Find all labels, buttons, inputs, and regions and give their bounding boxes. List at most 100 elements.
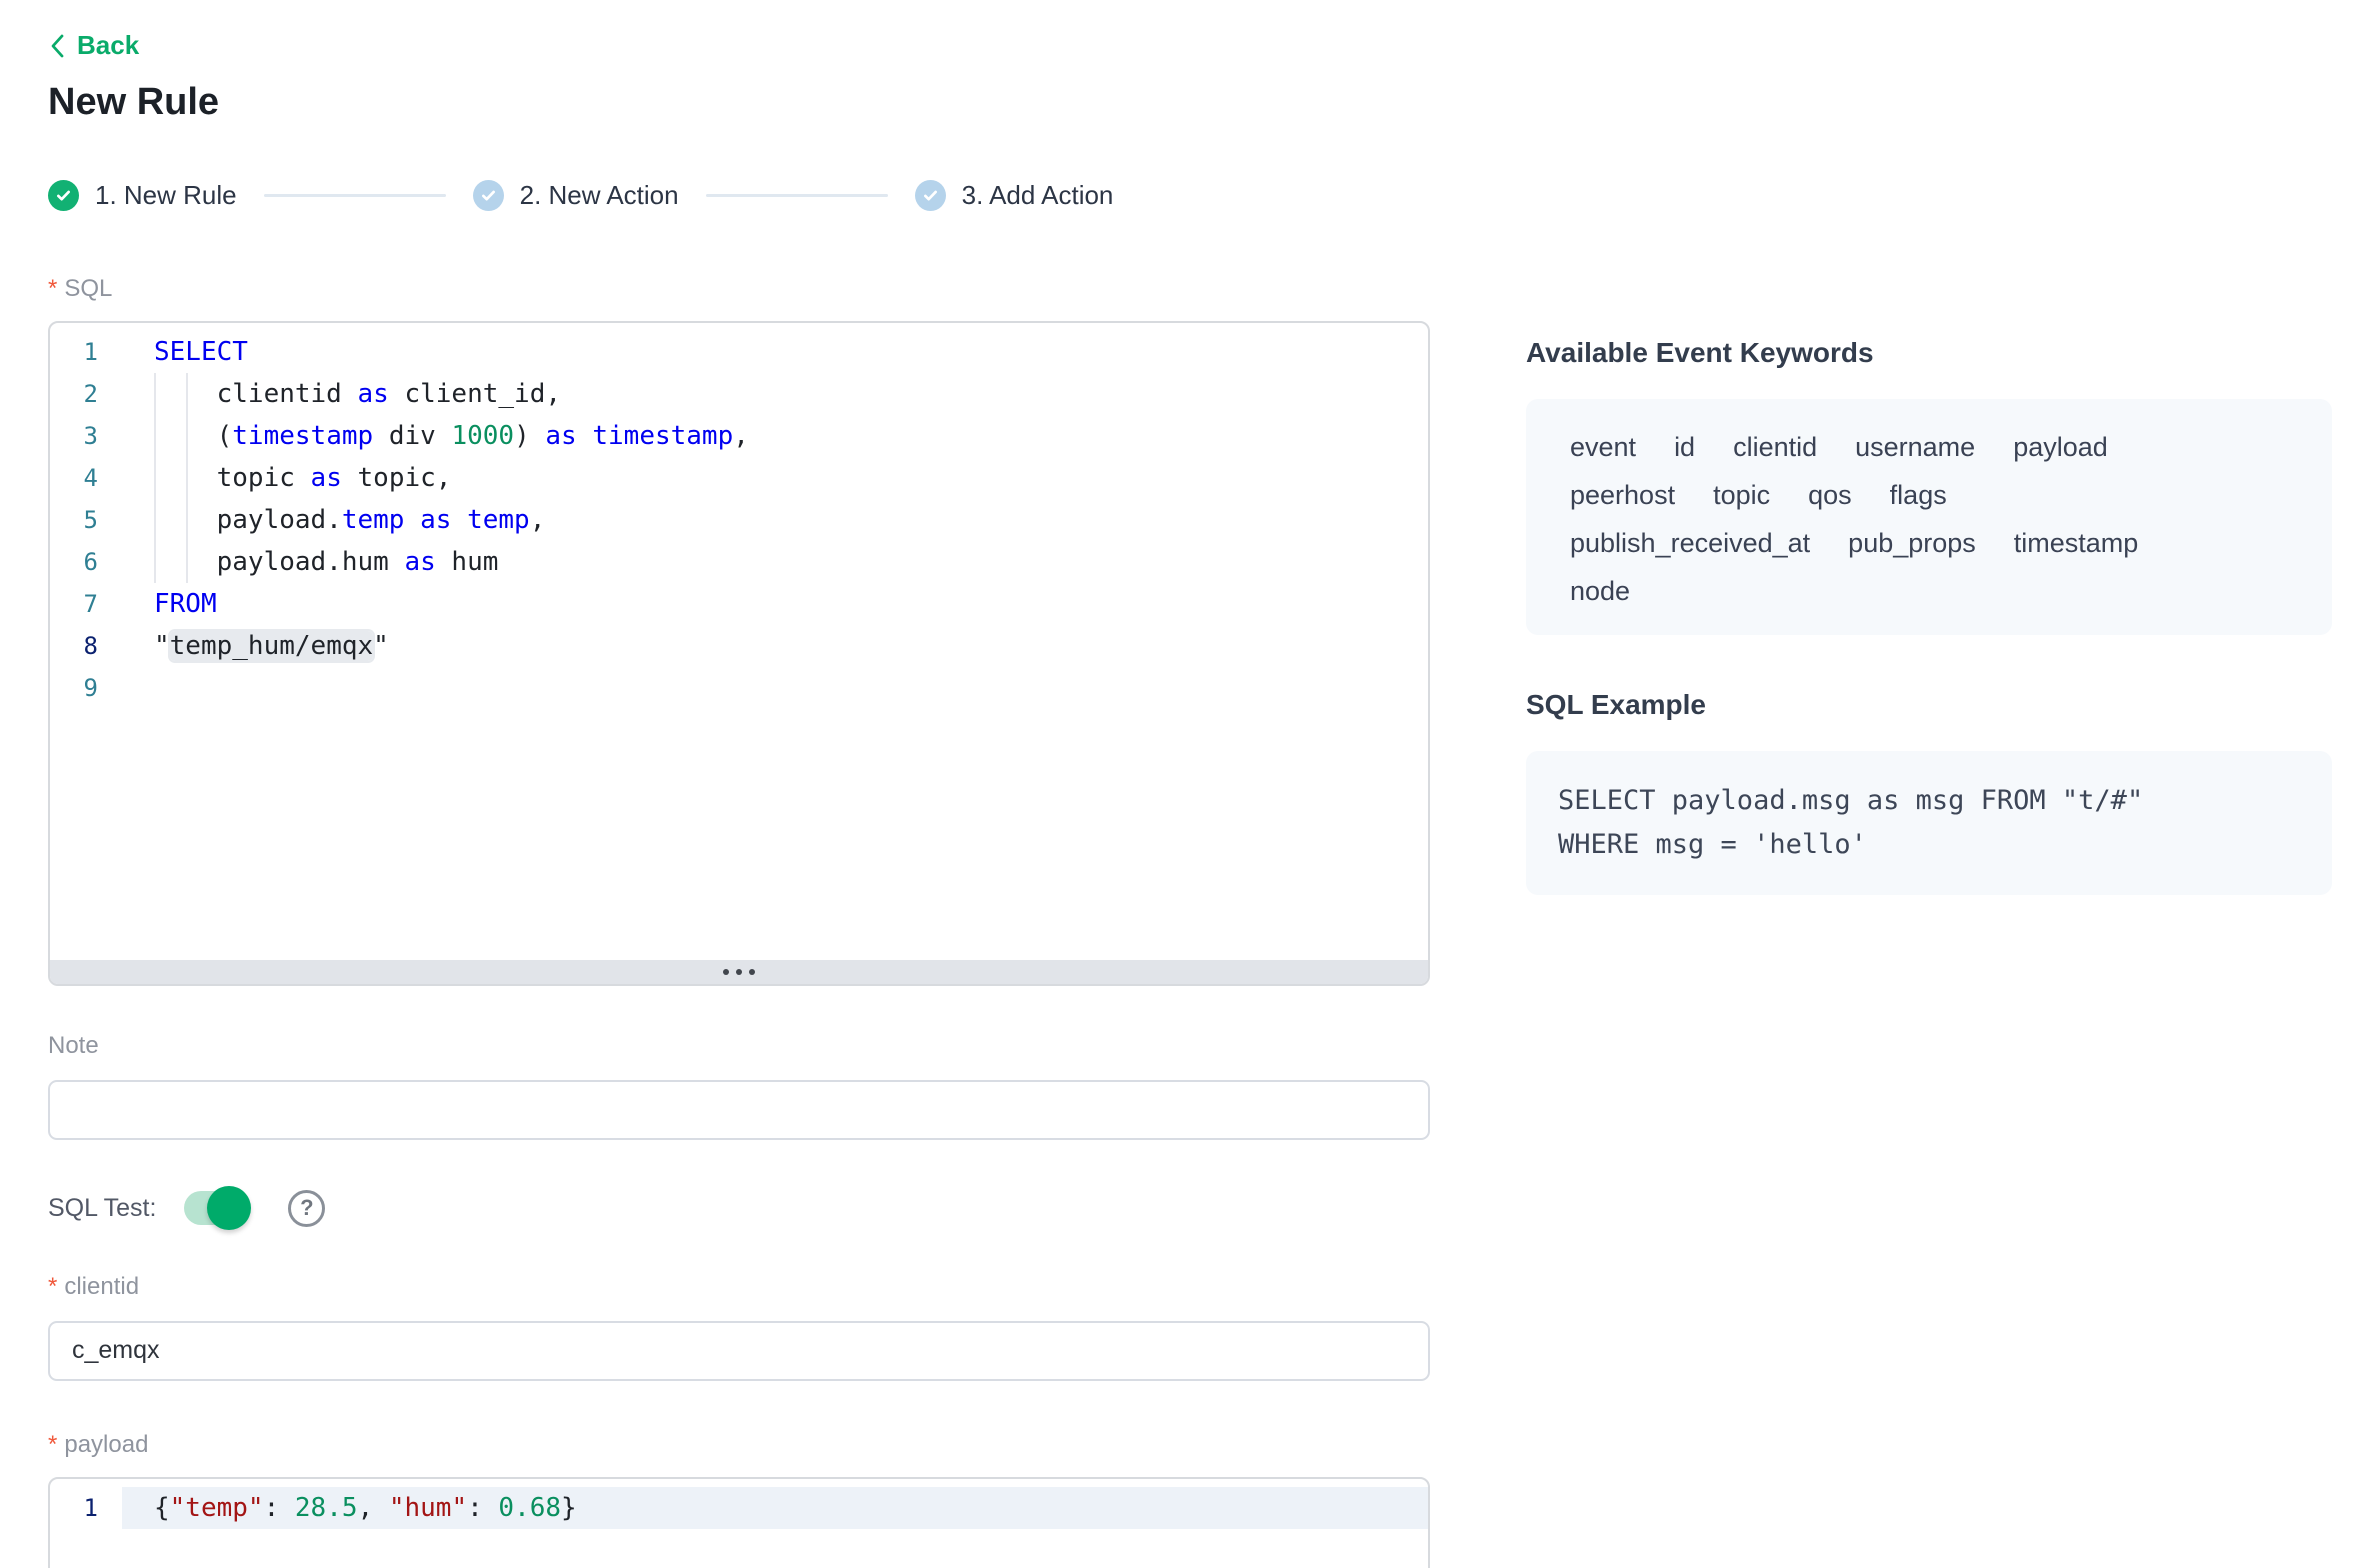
line-number: 8 bbox=[50, 625, 122, 667]
indent-guide bbox=[186, 457, 188, 499]
code-line-row: 6 payload.hum as hum bbox=[50, 541, 1428, 583]
sql-label-text: SQL bbox=[64, 275, 112, 303]
event-keyword: publish_received_at bbox=[1570, 519, 1810, 567]
required-mark: * bbox=[48, 1273, 57, 1301]
code-line: "temp_hum/emqx" bbox=[122, 625, 1428, 667]
code-token: "temp" bbox=[170, 1493, 264, 1523]
sql-code-area[interactable]: 1SELECT2 clientid as client_id,3 (timest… bbox=[50, 323, 1428, 960]
note-input[interactable] bbox=[48, 1080, 1430, 1140]
line-number: 9 bbox=[50, 667, 122, 709]
code-token bbox=[451, 505, 467, 535]
question-glyph: ? bbox=[300, 1195, 313, 1221]
code-token: } bbox=[561, 1493, 577, 1523]
chevron-left-icon bbox=[48, 33, 68, 59]
event-keyword: timestamp bbox=[2014, 519, 2139, 567]
keyword-row: node bbox=[1570, 567, 2288, 615]
required-mark: * bbox=[48, 275, 57, 303]
step-2[interactable]: 2. New Action bbox=[473, 180, 679, 211]
code-line: FROM bbox=[122, 583, 1428, 625]
code-line: SELECT bbox=[122, 331, 1428, 373]
event-keyword: flags bbox=[1890, 471, 1947, 519]
clientid-label-text: clientid bbox=[64, 1273, 139, 1301]
code-token: client_id, bbox=[389, 379, 561, 409]
event-keyword: qos bbox=[1808, 471, 1852, 519]
clientid-field-label: * clientid bbox=[48, 1273, 1430, 1301]
sql-example-panel: SELECT payload.msg as msg FROM "t/#"WHER… bbox=[1526, 751, 2332, 895]
step-check-circle bbox=[48, 180, 79, 211]
check-icon bbox=[921, 186, 940, 205]
event-keyword: pub_props bbox=[1848, 519, 1976, 567]
back-button[interactable]: Back bbox=[48, 30, 139, 61]
step-1[interactable]: 1. New Rule bbox=[48, 180, 237, 211]
code-token: as bbox=[404, 547, 435, 577]
step-indicator: 1. New Rule 2. New Action 3. Add Action bbox=[48, 180, 1430, 211]
event-keyword: payload bbox=[2013, 423, 2108, 471]
payload-label-text: payload bbox=[64, 1431, 148, 1459]
step-label: 3. Add Action bbox=[962, 180, 1114, 211]
sql-test-row: SQL Test: ? bbox=[48, 1190, 1430, 1227]
line-number: 2 bbox=[50, 373, 122, 415]
line-number: 7 bbox=[50, 583, 122, 625]
code-token: : bbox=[467, 1493, 498, 1523]
editor-resize-handle[interactable] bbox=[50, 960, 1428, 984]
code-token: , bbox=[358, 1493, 389, 1523]
sql-test-toggle[interactable] bbox=[184, 1191, 248, 1225]
sql-field-label: * SQL bbox=[48, 275, 1430, 303]
code-token: , bbox=[733, 421, 749, 451]
code-line-row: 1SELECT bbox=[50, 331, 1428, 373]
code-line: {"temp": 28.5, "hum": 0.68} bbox=[122, 1487, 1428, 1529]
code-line-row: 7 FROM bbox=[50, 583, 1428, 625]
code-token: FROM bbox=[154, 589, 217, 619]
keyword-row: publish_received_at pub_props timestamp bbox=[1570, 519, 2288, 567]
payload-code-area[interactable]: 1{"temp": 28.5, "hum": 0.68} bbox=[50, 1479, 1428, 1529]
help-sidebar: Available Event Keywords eventidclientid… bbox=[1526, 337, 2332, 1568]
line-number: 4 bbox=[50, 457, 122, 499]
page-title: New Rule bbox=[48, 81, 1430, 124]
code-token: as bbox=[311, 463, 342, 493]
line-number: 5 bbox=[50, 499, 122, 541]
drag-dots-icon bbox=[736, 969, 742, 975]
code-token: , bbox=[530, 505, 546, 535]
check-icon bbox=[479, 186, 498, 205]
code-token: timestamp bbox=[232, 421, 373, 451]
drag-dots-icon bbox=[749, 969, 755, 975]
code-line bbox=[122, 667, 1428, 709]
code-line: topic as topic, bbox=[122, 457, 1428, 499]
toggle-knob bbox=[207, 1186, 251, 1230]
step-connector bbox=[264, 194, 446, 197]
indent-guide bbox=[186, 541, 188, 583]
code-line-row: 8"temp_hum/emqx" bbox=[50, 625, 1428, 667]
code-token: SELECT bbox=[154, 337, 248, 367]
payload-code-editor[interactable]: 1{"temp": 28.5, "hum": 0.68} bbox=[48, 1477, 1430, 1568]
clientid-input[interactable] bbox=[48, 1321, 1430, 1381]
rule-form-column: Back New Rule 1. New Rule 2. New Action 3.… bbox=[48, 30, 1430, 1568]
code-token: temp bbox=[342, 505, 405, 535]
code-token: payload. bbox=[154, 505, 342, 535]
keywords-panel: eventidclientidusernamepayloadpeerhostto… bbox=[1526, 399, 2332, 635]
code-token: ) bbox=[514, 421, 545, 451]
step-3[interactable]: 3. Add Action bbox=[915, 180, 1114, 211]
question-icon[interactable]: ? bbox=[288, 1190, 325, 1227]
code-line-row: 3 (timestamp div 1000) as timestamp, bbox=[50, 415, 1428, 457]
step-label: 1. New Rule bbox=[95, 180, 237, 211]
sql-code-editor[interactable]: 1SELECT2 clientid as client_id,3 (timest… bbox=[48, 321, 1430, 986]
event-keyword: peerhost bbox=[1570, 471, 1675, 519]
line-number: 6 bbox=[50, 541, 122, 583]
line-number: 3 bbox=[50, 415, 122, 457]
code-token: 28.5 bbox=[295, 1493, 358, 1523]
step-check-circle bbox=[915, 180, 946, 211]
required-mark: * bbox=[48, 1431, 57, 1459]
code-token: 1000 bbox=[451, 421, 514, 451]
step-connector bbox=[706, 194, 888, 197]
sql-example-line: SELECT payload.msg as msg FROM "t/#" bbox=[1558, 779, 2300, 823]
payload-field-label: * payload bbox=[48, 1431, 1430, 1459]
code-line: (timestamp div 1000) as timestamp, bbox=[122, 415, 1428, 457]
event-keyword: clientid bbox=[1733, 423, 1817, 471]
sql-example-title: SQL Example bbox=[1526, 689, 2332, 721]
code-token: topic, bbox=[342, 463, 452, 493]
code-token: timestamp bbox=[592, 421, 733, 451]
code-token: ( bbox=[154, 421, 232, 451]
indent-guide bbox=[186, 415, 188, 457]
code-token: clientid bbox=[154, 379, 358, 409]
code-line-row: 5 payload.temp as temp, bbox=[50, 499, 1428, 541]
